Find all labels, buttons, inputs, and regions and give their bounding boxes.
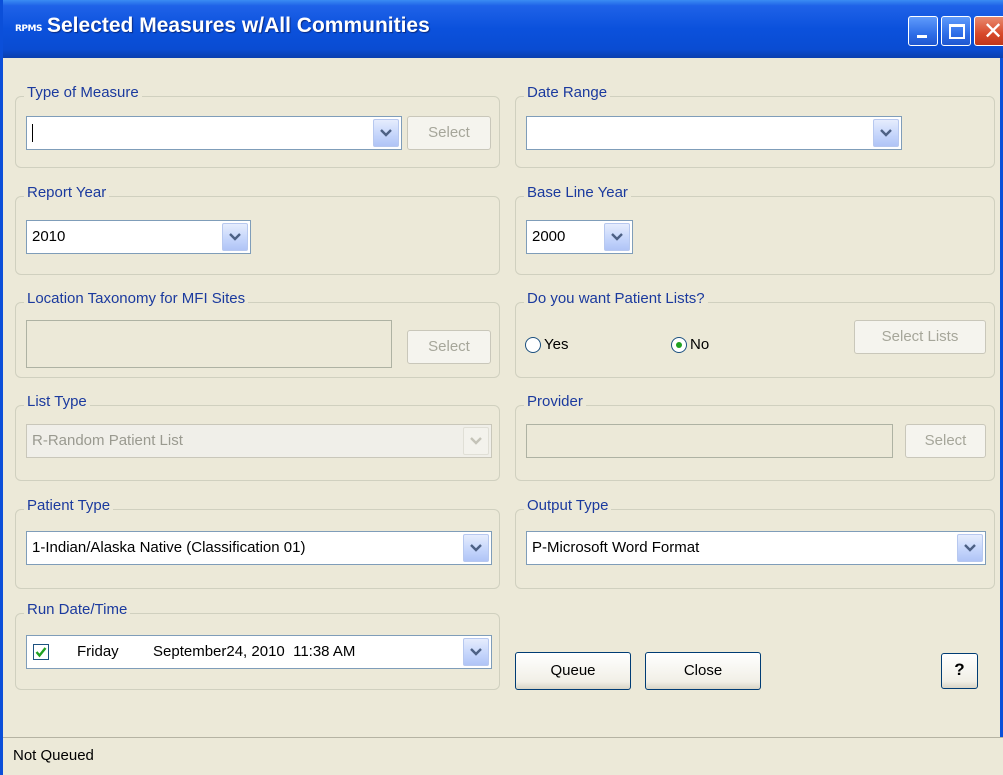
report-year-group: Report Year 2010 (15, 184, 500, 275)
radio-selected-icon (671, 337, 687, 353)
patient-type-value: 1-Indian/Alaska Native (Classification 0… (32, 539, 306, 556)
report-year-dropdown-button[interactable] (222, 223, 248, 251)
type-of-measure-select-button[interactable]: Select (407, 116, 491, 150)
checkmark-icon (35, 647, 47, 658)
base-line-year-combo[interactable]: 2000 (526, 220, 633, 254)
patient-lists-label: Do you want Patient Lists? (524, 290, 708, 307)
chevron-down-icon (470, 648, 482, 656)
location-taxonomy-group: Location Taxonomy for MFI Sites Select (15, 290, 500, 378)
date-range-group: Date Range (515, 84, 995, 168)
run-datetime-checkbox[interactable] (33, 644, 49, 660)
window-title: Selected Measures w/All Communities (47, 14, 430, 37)
location-taxonomy-select-button[interactable]: Select (407, 330, 491, 364)
provider-group: Provider Select (515, 393, 995, 481)
patient-type-dropdown-button[interactable] (463, 534, 489, 562)
list-type-combo[interactable]: R-Random Patient List (26, 424, 492, 458)
provider-field[interactable] (526, 424, 893, 458)
patient-lists-yes-radio[interactable]: Yes (525, 336, 595, 356)
run-datetime-dropdown-button[interactable] (463, 638, 489, 666)
chevron-down-icon (380, 129, 392, 137)
patient-lists-no-radio[interactable]: No (671, 336, 731, 356)
provider-label: Provider (524, 393, 586, 410)
patient-type-combo[interactable]: 1-Indian/Alaska Native (Classification 0… (26, 531, 492, 565)
chevron-down-icon (470, 544, 482, 552)
chevron-down-icon (470, 437, 482, 445)
report-window: RPMS Selected Measures w/All Communities… (0, 0, 1003, 775)
list-type-group: List Type R-Random Patient List (15, 393, 500, 481)
run-datetime-label: Run Date/Time (24, 601, 131, 618)
output-type-label: Output Type (524, 497, 612, 514)
chevron-down-icon (880, 129, 892, 137)
chevron-down-icon (229, 233, 241, 241)
status-text: Not Queued (13, 747, 94, 764)
close-button[interactable]: Close (645, 652, 761, 690)
location-taxonomy-field[interactable] (26, 320, 392, 368)
no-radio-label: No (690, 336, 710, 353)
status-bar: Not Queued (3, 737, 1003, 775)
queue-button[interactable]: Queue (515, 652, 631, 690)
date-range-dropdown-button[interactable] (873, 119, 899, 147)
app-icon: RPMS (15, 24, 42, 34)
maximize-icon (949, 24, 965, 39)
run-datetime-picker[interactable]: Friday September24, 2010 11:38 AM (26, 635, 492, 669)
list-type-value: R-Random Patient List (32, 432, 183, 449)
report-year-label: Report Year (24, 184, 110, 201)
select-lists-button[interactable]: Select Lists (854, 320, 986, 354)
text-caret (32, 124, 33, 143)
location-taxonomy-label: Location Taxonomy for MFI Sites (24, 290, 249, 307)
base-line-year-group: Base Line Year 2000 (515, 184, 995, 275)
date-range-label: Date Range (524, 84, 611, 101)
output-type-combo[interactable]: P-Microsoft Word Format (526, 531, 986, 565)
date-range-combo[interactable] (526, 116, 902, 150)
provider-select-button[interactable]: Select (905, 424, 986, 458)
output-type-dropdown-button[interactable] (957, 534, 983, 562)
yes-radio-label: Yes (544, 336, 569, 353)
close-window-button[interactable]: ✕ (974, 16, 1003, 46)
minimize-button[interactable] (908, 16, 938, 46)
radio-unselected-icon (525, 337, 541, 353)
patient-type-label: Patient Type (24, 497, 114, 514)
chevron-down-icon (964, 544, 976, 552)
report-year-combo[interactable]: 2010 (26, 220, 251, 254)
title-bar[interactable]: RPMS Selected Measures w/All Communities… (3, 0, 1003, 58)
run-day: Friday (77, 643, 119, 660)
minimize-icon (917, 35, 927, 38)
list-type-dropdown-button[interactable] (463, 427, 489, 455)
base-line-year-label: Base Line Year (524, 184, 631, 201)
type-of-measure-combo[interactable] (26, 116, 402, 150)
base-line-year-value: 2000 (532, 228, 566, 245)
output-type-value: P-Microsoft Word Format (532, 539, 700, 556)
patient-type-group: Patient Type 1-Indian/Alaska Native (Cla… (15, 497, 500, 589)
patient-lists-group: Do you want Patient Lists? Yes No Select… (515, 290, 995, 378)
type-of-measure-group: Type of Measure Select (15, 84, 500, 168)
type-of-measure-label: Type of Measure (24, 84, 142, 101)
output-type-group: Output Type P-Microsoft Word Format (515, 497, 995, 589)
maximize-button[interactable] (941, 16, 971, 46)
list-type-label: List Type (24, 393, 90, 410)
chevron-down-icon (611, 233, 623, 241)
report-year-value: 2010 (32, 228, 66, 245)
base-line-year-dropdown-button[interactable] (604, 223, 630, 251)
help-button[interactable]: ? (941, 653, 978, 689)
close-icon: ✕ (982, 17, 1003, 45)
run-datetime-group: Run Date/Time Friday September24, 2010 1… (15, 601, 500, 690)
type-of-measure-dropdown-button[interactable] (373, 119, 399, 147)
run-date: September24, 2010 11:38 AM (153, 643, 356, 660)
